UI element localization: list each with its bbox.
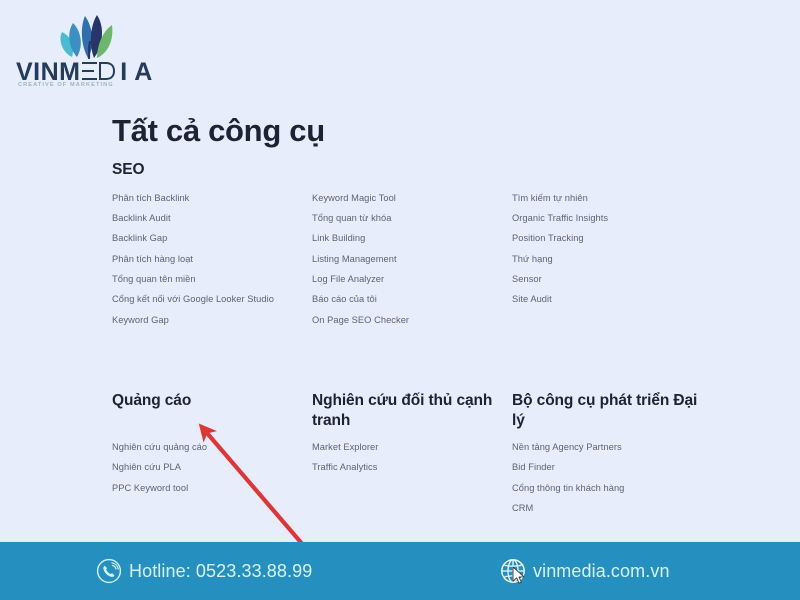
list-item[interactable]: PPC Keyword tool <box>112 483 312 493</box>
list-item[interactable]: Tìm kiếm tự nhiên <box>512 193 712 203</box>
list-item[interactable]: Listing Management <box>312 254 512 264</box>
footer-bar: Hotline: 0523.33.88.99 vinmedia.com.vn <box>0 542 800 600</box>
section-title-seo: SEO <box>112 161 145 178</box>
logo-tagline: CREATIVE OF MARKETING <box>18 82 114 88</box>
section-title-quang-cao: Quảng cáo <box>112 391 192 409</box>
list-item[interactable]: Cổng thông tin khách hàng <box>512 483 712 493</box>
list-item[interactable]: Thứ hạng <box>512 254 712 264</box>
list-item[interactable]: Cổng kết nối với Google Looker Studio <box>112 295 312 305</box>
list-item[interactable]: Nghiên cứu quảng cáo <box>112 442 312 452</box>
section-bo-cong-cu-dai-ly: Bộ công cụ phát triển Đại lý Nền tảng Ag… <box>512 391 712 524</box>
list-item[interactable]: Tổng quan từ khóa <box>312 213 512 223</box>
seo-link-list-1: Phân tích Backlink Backlink Audit Backli… <box>112 193 312 325</box>
site-logo[interactable]: VINM ED I A CREATIVE OF MARKETING <box>14 8 174 92</box>
list-item[interactable]: CRM <box>512 503 712 513</box>
section-title-bo-cong-cu-dai-ly: Bộ công cụ phát triển Đại lý <box>512 391 698 429</box>
list-item[interactable]: Position Tracking <box>512 234 712 244</box>
list-item[interactable]: Traffic Analytics <box>312 462 512 472</box>
list-item[interactable]: Sensor <box>512 274 712 284</box>
quang-cao-link-list: Nghiên cứu quảng cáo Nghiên cứu PLA PPC … <box>112 442 312 493</box>
seo-column-1: Phân tích Backlink Backlink Audit Backli… <box>112 193 312 336</box>
tools-row-2: Quảng cáo Nghiên cứu quảng cáo Nghiên cứ… <box>112 391 732 524</box>
section-seo: SEO Phân tích Backlink Backlink Audit Ba… <box>112 160 732 336</box>
list-item[interactable]: Nền tảng Agency Partners <box>512 442 712 452</box>
ed-outline-icon <box>81 62 115 80</box>
logo-wordmark-ia: I A <box>120 58 153 86</box>
footer-hotline[interactable]: Hotline: 0523.33.88.99 <box>96 558 312 584</box>
list-item[interactable]: Báo cáo của tôi <box>312 295 512 305</box>
bo-cong-cu-dai-ly-link-list: Nền tảng Agency Partners Bid Finder Cổng… <box>512 442 712 513</box>
page-title: Tất cả công cụ <box>112 112 325 148</box>
vinmedia-leaf-logo-icon <box>60 15 113 60</box>
logo-wordmark: VINM ED I A <box>16 58 172 86</box>
seo-column-3: Tìm kiếm tự nhiên Organic Traffic Insigh… <box>512 193 712 336</box>
list-item[interactable]: Tổng quan tên miền <box>112 274 312 284</box>
section-nghien-cuu-doi-thu: Nghiên cứu đối thủ cạnh tranh Market Exp… <box>312 391 512 524</box>
seo-column-2: Keyword Magic Tool Tổng quan từ khóa Lin… <box>312 193 512 336</box>
list-item[interactable]: Bid Finder <box>512 462 712 472</box>
footer-website-label: vinmedia.com.vn <box>533 560 670 581</box>
list-item[interactable]: Market Explorer <box>312 442 512 452</box>
list-item[interactable]: On Page SEO Checker <box>312 315 512 325</box>
footer-hotline-label: Hotline: 0523.33.88.99 <box>129 560 313 581</box>
mouse-cursor-icon <box>512 566 525 584</box>
list-item[interactable]: Backlink Gap <box>112 234 312 244</box>
section-title-nghien-cuu-doi-thu: Nghiên cứu đối thủ cạnh tranh <box>312 391 493 429</box>
list-item[interactable]: Site Audit <box>512 295 712 305</box>
list-item[interactable]: Phân tích hàng loạt <box>112 254 312 264</box>
list-item[interactable]: Keyword Magic Tool <box>312 193 512 203</box>
list-item[interactable]: Organic Traffic Insights <box>512 213 712 223</box>
seo-link-list-2: Keyword Magic Tool Tổng quan từ khóa Lin… <box>312 193 512 325</box>
seo-columns: Phân tích Backlink Backlink Audit Backli… <box>112 193 732 336</box>
list-item[interactable]: Link Building <box>312 234 512 244</box>
list-item[interactable]: Nghiên cứu PLA <box>112 462 312 472</box>
list-item[interactable]: Keyword Gap <box>112 315 312 325</box>
section-quang-cao: Quảng cáo Nghiên cứu quảng cáo Nghiên cứ… <box>112 391 312 524</box>
nghien-cuu-doi-thu-link-list: Market Explorer Traffic Analytics <box>312 442 512 473</box>
list-item[interactable]: Phân tích Backlink <box>112 193 312 203</box>
seo-link-list-3: Tìm kiếm tự nhiên Organic Traffic Insigh… <box>512 193 712 305</box>
list-item[interactable]: Backlink Audit <box>112 213 312 223</box>
phone-icon <box>96 558 122 584</box>
list-item[interactable]: Log File Analyzer <box>312 274 512 284</box>
tools-directory: SEO Phân tích Backlink Backlink Audit Ba… <box>112 160 732 524</box>
